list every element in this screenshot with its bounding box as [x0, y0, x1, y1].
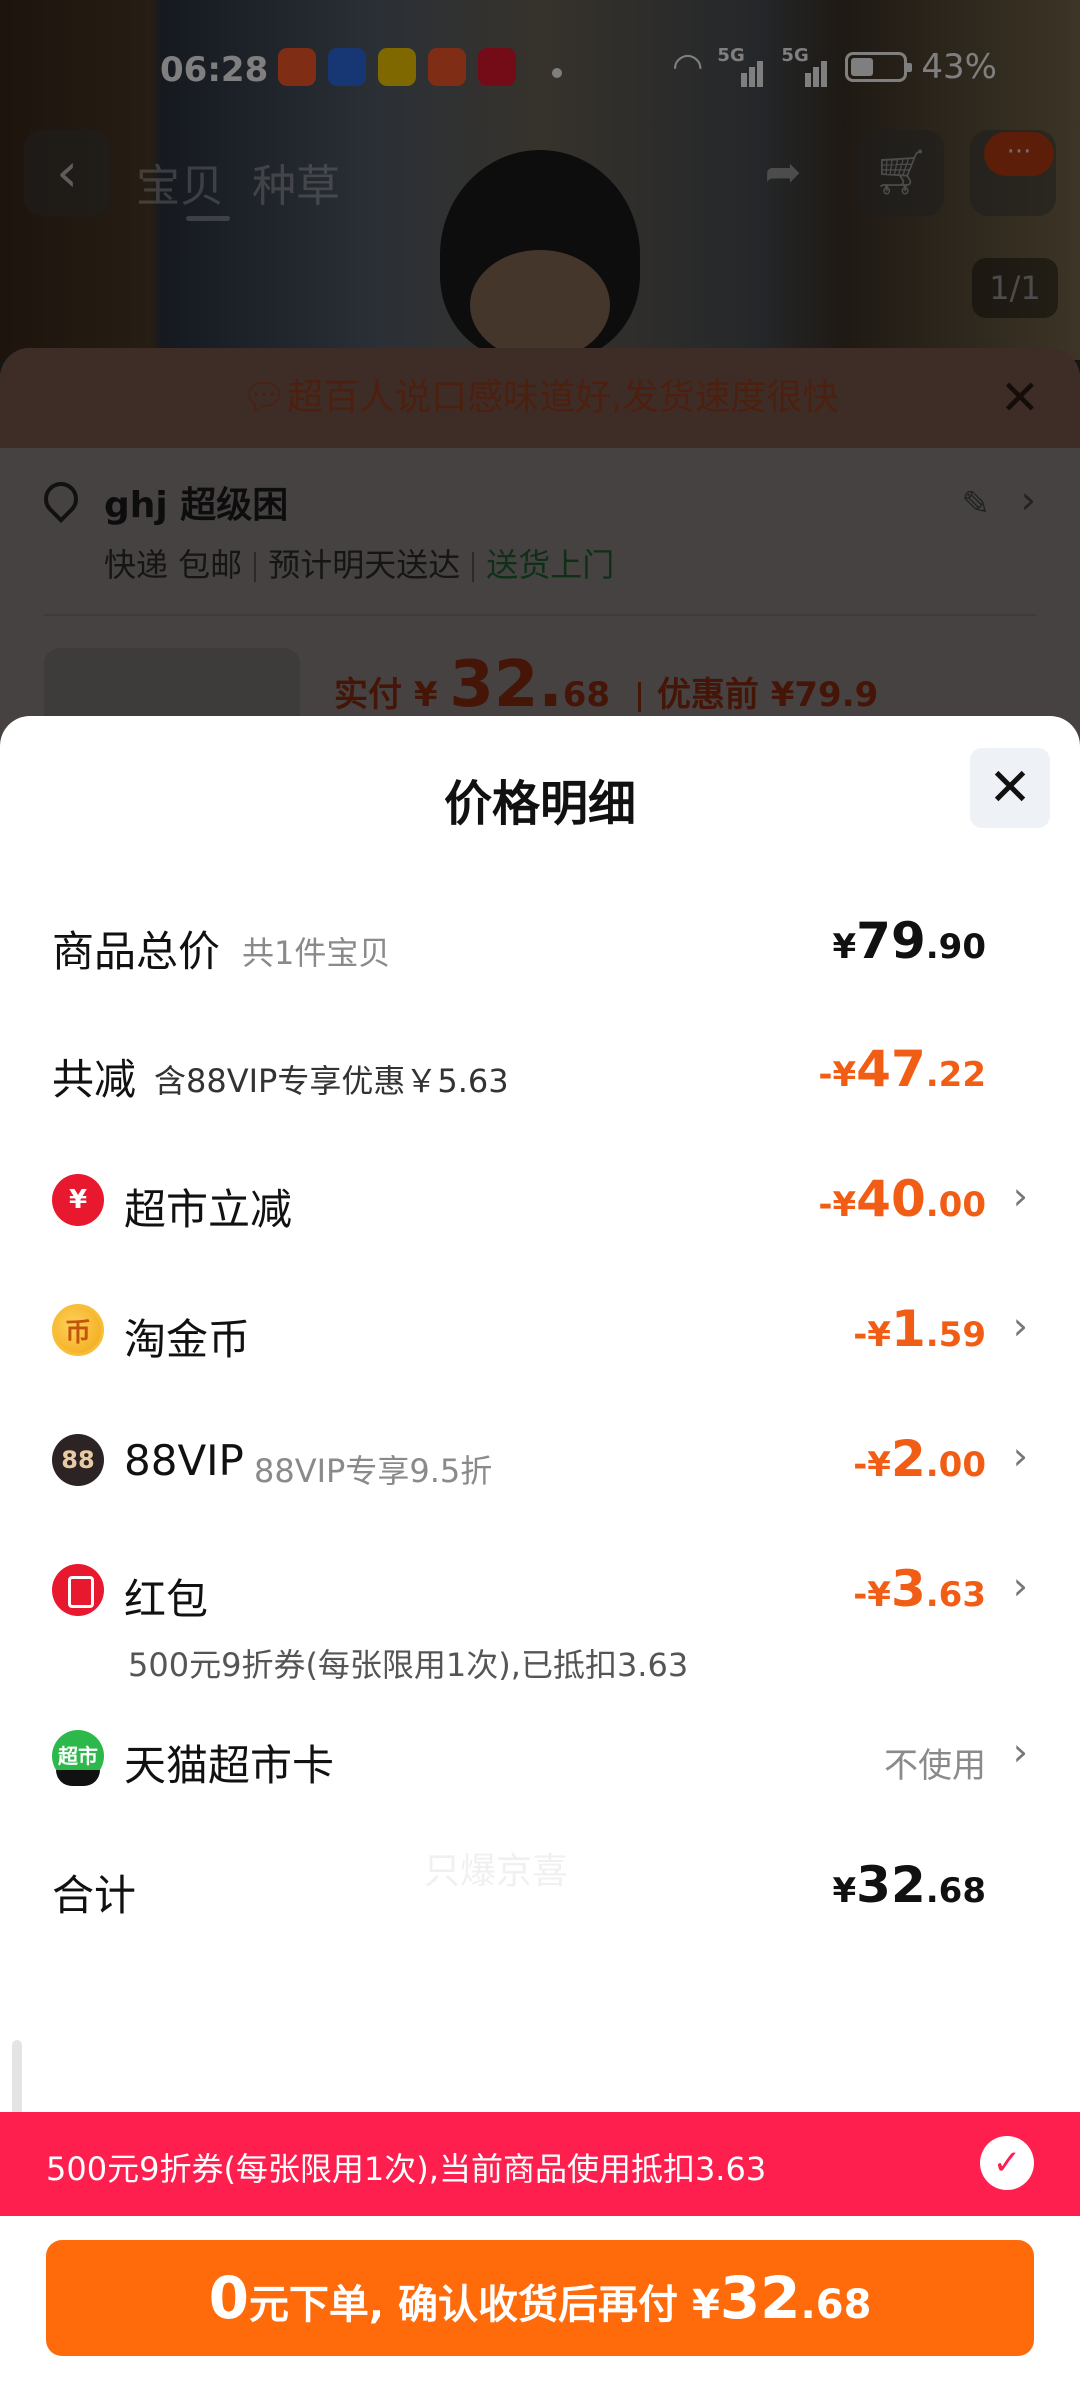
chevron-right-icon: ›	[1012, 1564, 1028, 1608]
row-amount: -¥3.63	[853, 1560, 986, 1618]
chevron-right-icon: ›	[1012, 1304, 1028, 1348]
row-label: 淘金币	[124, 1315, 251, 1364]
chevron-right-icon: ›	[1012, 1434, 1028, 1478]
row-grand-total: 合计 ¥32.68	[52, 1852, 1028, 1922]
row-taojinbi[interactable]: 币 淘金币 -¥1.59 ›	[52, 1296, 1028, 1366]
row-amount: ¥32.68	[832, 1856, 987, 1914]
row-label: 红包	[124, 1575, 209, 1624]
row-label: 共减	[52, 1055, 137, 1104]
row-sublabel: 共1件宝贝	[242, 934, 391, 972]
row-label: 超市立减	[124, 1185, 293, 1234]
chevron-right-icon: ›	[1012, 1174, 1028, 1218]
row-red-packet[interactable]: 红包 -¥3.63 › 500元9折券(每张限用1次),已抵扣3.63	[52, 1556, 1028, 1696]
check-icon[interactable]: ✓	[980, 2136, 1034, 2190]
tmall-cat-icon: 超市	[52, 1730, 104, 1786]
row-amount: -¥1.59	[853, 1300, 986, 1358]
chevron-right-icon: ›	[1012, 1730, 1028, 1774]
row-88vip[interactable]: 88 88VIP 88VIP专享9.5折 -¥2.00 ›	[52, 1426, 1028, 1496]
row-label: 商品总价	[52, 927, 221, 976]
red-packet-description: 500元9折券(每张限用1次),已抵扣3.63	[128, 1646, 689, 1684]
row-sublabel: 88VIP专享9.5折	[254, 1452, 493, 1490]
sheet-title: 价格明细	[443, 776, 636, 832]
coupon-applied-bar[interactable]: 500元9折券(每张限用1次),当前商品使用抵扣3.63 ✓	[0, 2112, 1080, 2216]
row-supermarket-discount[interactable]: ¥ 超市立减 -¥40.00 ›	[52, 1166, 1028, 1236]
row-label: 88VIP	[124, 1436, 244, 1485]
coin-icon: 币	[52, 1304, 104, 1356]
row-amount: -¥40.00	[818, 1170, 986, 1228]
row-amount: ¥79.90	[832, 912, 987, 970]
red-packet-icon	[52, 1564, 104, 1616]
coupon-text: 500元9折券(每张限用1次),当前商品使用抵扣3.63	[46, 2150, 767, 2188]
row-sublabel: 含88VIP专享优惠￥5.63	[154, 1062, 509, 1100]
row-status: 不使用	[884, 1746, 986, 1786]
row-goods-total: 商品总价 共1件宝贝 ¥79.90	[52, 908, 1028, 978]
row-total-discount: 共减 含88VIP专享优惠￥5.63 -¥47.22	[52, 1036, 1028, 1106]
row-amount: -¥47.22	[818, 1040, 986, 1098]
row-tmall-supermarket-card[interactable]: 超市 天猫超市卡 不使用 ›	[52, 1722, 1028, 1792]
close-button[interactable]: ✕	[970, 748, 1050, 828]
vip-88-icon: 88	[52, 1434, 104, 1486]
yuan-icon: ¥	[52, 1174, 104, 1226]
row-label: 合计	[52, 1871, 137, 1920]
row-amount: -¥2.00	[853, 1430, 986, 1488]
place-order-button[interactable]: 0元下单, 确认收货后再付 ¥32.68	[46, 2240, 1034, 2356]
row-label: 天猫超市卡	[124, 1741, 335, 1790]
